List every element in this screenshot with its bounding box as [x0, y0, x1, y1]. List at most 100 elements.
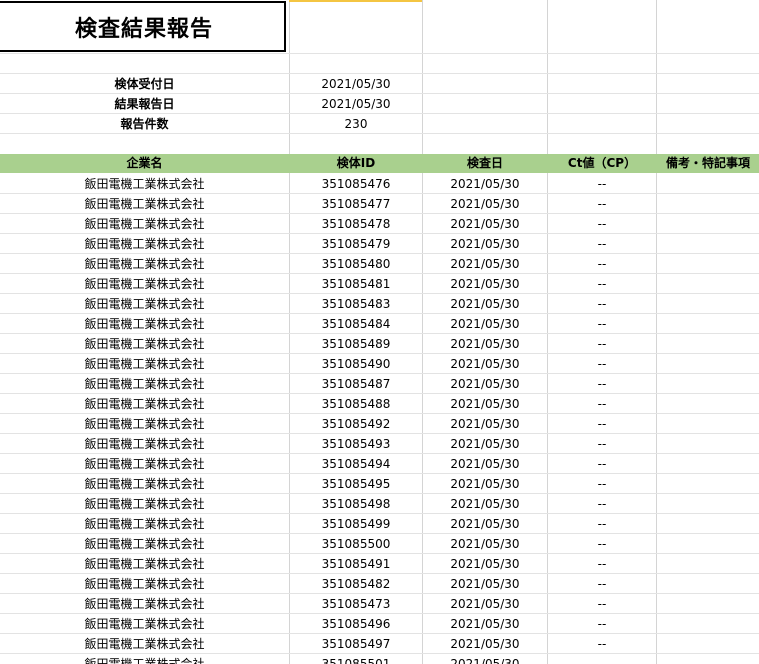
cell-remarks[interactable]: [657, 494, 759, 514]
cell-test-date[interactable]: 2021/05/30: [423, 274, 547, 294]
cell-company[interactable]: 飯田電機工業株式会社: [0, 454, 289, 474]
cell-ct-value[interactable]: --: [548, 394, 656, 414]
cell-test-date[interactable]: 2021/05/30: [423, 494, 547, 514]
cell-company[interactable]: 飯田電機工業株式会社: [0, 594, 289, 614]
cell-remarks[interactable]: [657, 654, 759, 664]
cell-test-date[interactable]: 2021/05/30: [423, 574, 547, 594]
column-header-ct-value[interactable]: Ct値（CP）: [548, 154, 656, 173]
cell-test-date[interactable]: 2021/05/30: [423, 254, 547, 274]
cell-company[interactable]: 飯田電機工業株式会社: [0, 354, 289, 374]
cell-company[interactable]: 飯田電機工業株式会社: [0, 574, 289, 594]
cell-test-date[interactable]: 2021/05/30: [423, 474, 547, 494]
cell-ct-value[interactable]: --: [548, 414, 656, 434]
cell-remarks[interactable]: [657, 394, 759, 414]
column-header-remarks[interactable]: 備考・特記事項: [657, 154, 759, 173]
cell-remarks[interactable]: [657, 594, 759, 614]
cell-remarks[interactable]: [657, 574, 759, 594]
cell-company[interactable]: 飯田電機工業株式会社: [0, 534, 289, 554]
cell-company[interactable]: 飯田電機工業株式会社: [0, 274, 289, 294]
cell-remarks[interactable]: [657, 334, 759, 354]
cell-sample-id[interactable]: 351085482: [290, 574, 422, 594]
cell-sample-id[interactable]: 351085501: [290, 654, 422, 664]
cell-test-date[interactable]: 2021/05/30: [423, 314, 547, 334]
cell-ct-value[interactable]: --: [548, 334, 656, 354]
cell-company[interactable]: 飯田電機工業株式会社: [0, 394, 289, 414]
cell-ct-value[interactable]: --: [548, 654, 656, 664]
cell-test-date[interactable]: 2021/05/30: [423, 334, 547, 354]
cell-test-date[interactable]: 2021/05/30: [423, 374, 547, 394]
cell-ct-value[interactable]: --: [548, 534, 656, 554]
cell-sample-id[interactable]: 351085499: [290, 514, 422, 534]
cell-ct-value[interactable]: --: [548, 254, 656, 274]
cell-company[interactable]: 飯田電機工業株式会社: [0, 654, 289, 664]
cell-test-date[interactable]: 2021/05/30: [423, 194, 547, 214]
cell-company[interactable]: 飯田電機工業株式会社: [0, 294, 289, 314]
cell-test-date[interactable]: 2021/05/30: [423, 554, 547, 574]
cell-test-date[interactable]: 2021/05/30: [423, 214, 547, 234]
cell-sample-id[interactable]: 351085489: [290, 334, 422, 354]
cell-sample-id[interactable]: 351085500: [290, 534, 422, 554]
cell-ct-value[interactable]: --: [548, 214, 656, 234]
cell-company[interactable]: 飯田電機工業株式会社: [0, 334, 289, 354]
cell-company[interactable]: 飯田電機工業株式会社: [0, 614, 289, 634]
cell-sample-id[interactable]: 351085477: [290, 194, 422, 214]
cell-ct-value[interactable]: --: [548, 354, 656, 374]
cell-remarks[interactable]: [657, 614, 759, 634]
cell-test-date[interactable]: 2021/05/30: [423, 294, 547, 314]
cell-sample-id[interactable]: 351085497: [290, 634, 422, 654]
report-date-value[interactable]: 2021/05/30: [290, 94, 422, 114]
cell-remarks[interactable]: [657, 454, 759, 474]
cell-ct-value[interactable]: --: [548, 374, 656, 394]
cell-test-date[interactable]: 2021/05/30: [423, 434, 547, 454]
cell-remarks[interactable]: [657, 554, 759, 574]
cell-remarks[interactable]: [657, 214, 759, 234]
cell-company[interactable]: 飯田電機工業株式会社: [0, 514, 289, 534]
cell-sample-id[interactable]: 351085481: [290, 274, 422, 294]
cell-company[interactable]: 飯田電機工業株式会社: [0, 254, 289, 274]
cell-ct-value[interactable]: --: [548, 494, 656, 514]
cell-remarks[interactable]: [657, 474, 759, 494]
cell-ct-value[interactable]: --: [548, 474, 656, 494]
cell-remarks[interactable]: [657, 354, 759, 374]
cell-sample-id[interactable]: 351085492: [290, 414, 422, 434]
cell-remarks[interactable]: [657, 254, 759, 274]
cell-sample-id[interactable]: 351085490: [290, 354, 422, 374]
cell-test-date[interactable]: 2021/05/30: [423, 354, 547, 374]
cell-company[interactable]: 飯田電機工業株式会社: [0, 374, 289, 394]
cell-company[interactable]: 飯田電機工業株式会社: [0, 434, 289, 454]
cell-test-date[interactable]: 2021/05/30: [423, 174, 547, 194]
cell-test-date[interactable]: 2021/05/30: [423, 634, 547, 654]
report-count-value[interactable]: 230: [290, 114, 422, 134]
cell-sample-id[interactable]: 351085496: [290, 614, 422, 634]
cell-ct-value[interactable]: --: [548, 594, 656, 614]
cell-company[interactable]: 飯田電機工業株式会社: [0, 194, 289, 214]
cell-ct-value[interactable]: --: [548, 314, 656, 334]
report-title-box[interactable]: 検査結果報告: [0, 1, 286, 52]
cell-remarks[interactable]: [657, 514, 759, 534]
cell-ct-value[interactable]: --: [548, 514, 656, 534]
cell-company[interactable]: 飯田電機工業株式会社: [0, 234, 289, 254]
cell-ct-value[interactable]: --: [548, 574, 656, 594]
cell-test-date[interactable]: 2021/05/30: [423, 414, 547, 434]
cell-sample-id[interactable]: 351085478: [290, 214, 422, 234]
cell-sample-id[interactable]: 351085473: [290, 594, 422, 614]
cell-remarks[interactable]: [657, 234, 759, 254]
cell-company[interactable]: 飯田電機工業株式会社: [0, 554, 289, 574]
cell-sample-id[interactable]: 351085495: [290, 474, 422, 494]
cell-ct-value[interactable]: --: [548, 634, 656, 654]
cell-company[interactable]: 飯田電機工業株式会社: [0, 414, 289, 434]
cell-ct-value[interactable]: --: [548, 614, 656, 634]
cell-company[interactable]: 飯田電機工業株式会社: [0, 214, 289, 234]
cell-sample-id[interactable]: 351085479: [290, 234, 422, 254]
cell-ct-value[interactable]: --: [548, 454, 656, 474]
cell-ct-value[interactable]: --: [548, 174, 656, 194]
cell-remarks[interactable]: [657, 314, 759, 334]
cell-ct-value[interactable]: --: [548, 274, 656, 294]
cell-ct-value[interactable]: --: [548, 554, 656, 574]
column-header-test-date[interactable]: 検査日: [423, 154, 547, 173]
cell-remarks[interactable]: [657, 414, 759, 434]
cell-test-date[interactable]: 2021/05/30: [423, 394, 547, 414]
cell-sample-id[interactable]: 351085483: [290, 294, 422, 314]
cell-test-date[interactable]: 2021/05/30: [423, 654, 547, 664]
cell-sample-id[interactable]: 351085476: [290, 174, 422, 194]
